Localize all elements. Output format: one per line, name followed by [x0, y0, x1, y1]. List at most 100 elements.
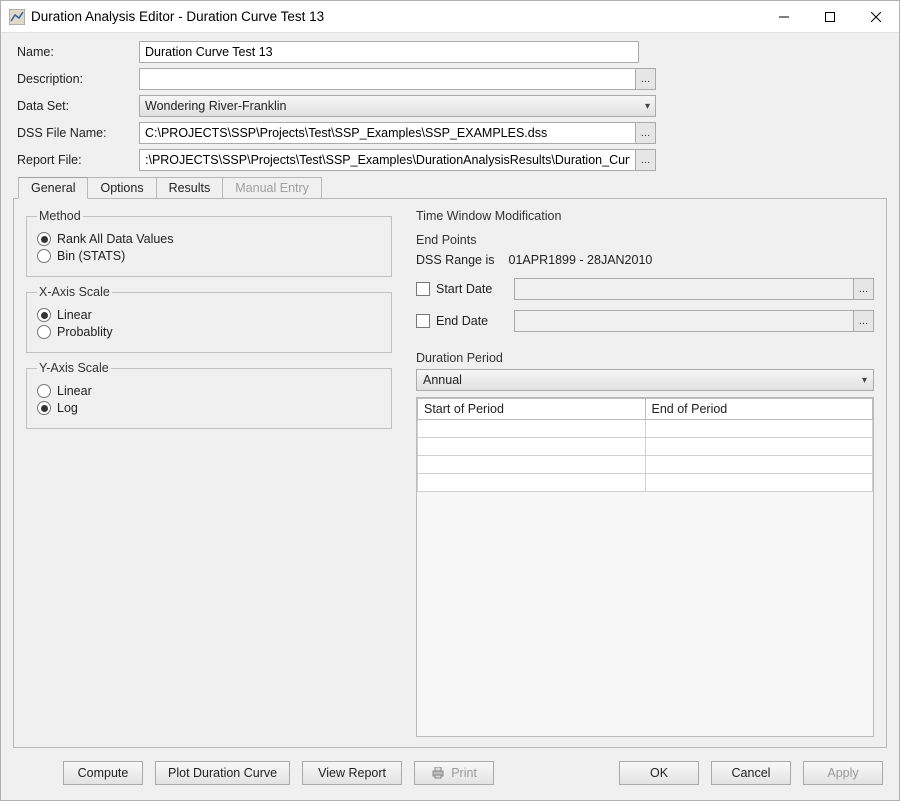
title-bar: Duration Analysis Editor - Duration Curv…	[1, 1, 899, 33]
table-row[interactable]	[418, 474, 873, 492]
method-bin-label: Bin (STATS)	[57, 249, 125, 263]
ellipsis-icon: …	[641, 155, 651, 166]
radio-icon	[37, 232, 51, 246]
view-report-button[interactable]: View Report	[302, 761, 402, 785]
window-title: Duration Analysis Editor - Duration Curv…	[31, 9, 761, 24]
ellipsis-icon: …	[641, 74, 651, 85]
period-table: Start of Period End of Period	[416, 397, 874, 737]
end-points-label: End Points	[416, 233, 874, 247]
end-date-row: End Date …	[416, 310, 874, 332]
x-axis-legend: X-Axis Scale	[37, 285, 112, 299]
end-date-input	[514, 310, 854, 332]
table-row[interactable]	[418, 456, 873, 474]
app-icon	[9, 9, 25, 25]
table-row[interactable]	[418, 438, 873, 456]
chevron-down-icon: ▾	[645, 101, 650, 112]
y-axis-log-label: Log	[57, 401, 78, 415]
y-axis-linear-label: Linear	[57, 384, 92, 398]
ok-button[interactable]: OK	[619, 761, 699, 785]
radio-icon	[37, 384, 51, 398]
dss-file-label: DSS File Name:	[13, 126, 133, 140]
data-set-label: Data Set:	[13, 99, 133, 113]
minimize-button[interactable]	[761, 1, 807, 33]
start-date-label: Start Date	[436, 282, 492, 296]
report-file-browse-button[interactable]: …	[636, 149, 656, 171]
table-row[interactable]	[418, 420, 873, 438]
report-file-input[interactable]	[139, 149, 636, 171]
tabs-header: General Options Results Manual Entry	[18, 177, 887, 198]
chevron-down-icon: ▾	[862, 375, 867, 386]
general-left-column: Method Rank All Data Values Bin (STATS) …	[14, 199, 404, 747]
dss-file-input[interactable]	[139, 122, 636, 144]
method-rank-label: Rank All Data Values	[57, 232, 174, 246]
checkbox-icon	[416, 314, 430, 328]
dss-range-row: DSS Range is 01APR1899 - 28JAN2010	[416, 253, 874, 267]
description-expand-button[interactable]: …	[636, 68, 656, 90]
period-table-empty-area	[417, 492, 873, 736]
y-axis-log-option[interactable]: Log	[37, 401, 381, 415]
tab-body-general: Method Rank All Data Values Bin (STATS) …	[13, 198, 887, 748]
dss-file-browse-button[interactable]: …	[636, 122, 656, 144]
description-label: Description:	[13, 72, 133, 86]
properties-grid: Name: Description: … Data Set: Wondering…	[13, 41, 887, 171]
data-set-value: Wondering River-Franklin	[145, 99, 287, 113]
y-axis-linear-option[interactable]: Linear	[37, 384, 381, 398]
client-area: Name: Description: … Data Set: Wondering…	[1, 33, 899, 800]
end-date-browse-button[interactable]: …	[854, 310, 874, 332]
method-legend: Method	[37, 209, 83, 223]
radio-icon	[37, 325, 51, 339]
print-label: Print	[451, 766, 477, 780]
printer-icon	[431, 767, 445, 779]
y-axis-legend: Y-Axis Scale	[37, 361, 111, 375]
tab-options[interactable]: Options	[87, 177, 156, 198]
x-axis-probability-label: Probablity	[57, 325, 113, 339]
description-input[interactable]	[139, 68, 636, 90]
compute-button[interactable]: Compute	[63, 761, 143, 785]
tab-results[interactable]: Results	[156, 177, 224, 198]
tab-general[interactable]: General	[18, 177, 88, 199]
end-date-toggle[interactable]: End Date	[416, 314, 506, 328]
maximize-button[interactable]	[807, 1, 853, 33]
start-date-input	[514, 278, 854, 300]
start-date-row: Start Date …	[416, 278, 874, 300]
duration-period-combo[interactable]: Annual ▾	[416, 369, 874, 391]
duration-period-value: Annual	[423, 373, 462, 387]
cancel-button[interactable]: Cancel	[711, 761, 791, 785]
x-axis-linear-option[interactable]: Linear	[37, 308, 381, 322]
duration-period-section-label: Duration Period	[416, 351, 874, 365]
apply-button: Apply	[803, 761, 883, 785]
checkbox-icon	[416, 282, 430, 296]
method-bin-option[interactable]: Bin (STATS)	[37, 249, 381, 263]
time-window-section-label: Time Window Modification	[416, 209, 874, 223]
tab-manual-entry: Manual Entry	[222, 177, 322, 198]
data-set-combo[interactable]: Wondering River-Franklin ▾	[139, 95, 656, 117]
report-file-label: Report File:	[13, 153, 133, 167]
dss-range-label: DSS Range is	[416, 253, 495, 267]
radio-icon	[37, 249, 51, 263]
ellipsis-icon: …	[859, 284, 869, 295]
ellipsis-icon: …	[641, 128, 651, 139]
period-col-start[interactable]: Start of Period	[418, 399, 646, 420]
radio-icon	[37, 308, 51, 322]
start-date-browse-button[interactable]: …	[854, 278, 874, 300]
ellipsis-icon: …	[859, 316, 869, 327]
name-label: Name:	[13, 45, 133, 59]
close-button[interactable]	[853, 1, 899, 33]
method-group: Method Rank All Data Values Bin (STATS)	[26, 209, 392, 277]
window-root: Duration Analysis Editor - Duration Curv…	[0, 0, 900, 801]
general-right-column: Time Window Modification End Points DSS …	[404, 199, 886, 747]
dss-range-value: 01APR1899 - 28JAN2010	[509, 253, 653, 267]
bottom-bar: Compute Plot Duration Curve View Report …	[13, 754, 887, 792]
plot-duration-curve-button[interactable]: Plot Duration Curve	[155, 761, 290, 785]
x-axis-probability-option[interactable]: Probablity	[37, 325, 381, 339]
start-date-toggle[interactable]: Start Date	[416, 282, 506, 296]
print-button: Print	[414, 761, 494, 785]
end-date-label: End Date	[436, 314, 488, 328]
period-col-end[interactable]: End of Period	[645, 399, 873, 420]
method-rank-option[interactable]: Rank All Data Values	[37, 232, 381, 246]
x-axis-linear-label: Linear	[57, 308, 92, 322]
x-axis-group: X-Axis Scale Linear Probablity	[26, 285, 392, 353]
name-input[interactable]	[139, 41, 639, 63]
radio-icon	[37, 401, 51, 415]
y-axis-group: Y-Axis Scale Linear Log	[26, 361, 392, 429]
